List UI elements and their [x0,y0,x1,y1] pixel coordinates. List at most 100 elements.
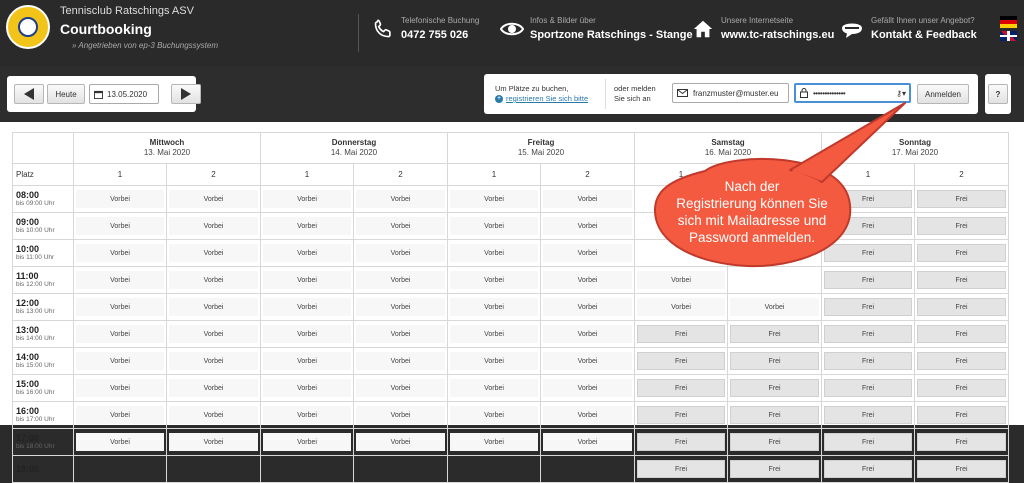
slot-status: Vorbei [263,190,351,208]
app-title[interactable]: Courtbooking [60,21,152,37]
feedback-section[interactable]: Gefällt Ihnen unser Angebot? Kontakt & F… [838,0,998,66]
slot-status: Vorbei [356,244,445,262]
booking-slot[interactable]: Frei [914,320,1009,348]
password-manager-key-icon[interactable]: ⚷▾ [896,89,906,98]
slot-status: Vorbei [356,406,445,424]
booking-slot[interactable]: Frei [914,293,1009,321]
register-link[interactable]: + registrieren Sie sich bitte [495,94,588,103]
booking-slot[interactable]: Frei [821,293,915,321]
booking-slot[interactable]: Frei [727,455,822,483]
booking-slot[interactable]: Frei [634,347,728,375]
website-link: www.tc-ratschings.eu [721,29,835,41]
slot-status: Vorbei [76,271,164,289]
today-button[interactable]: Heute [47,84,85,104]
booking-slot[interactable]: Frei [727,320,822,348]
slot-status: Vorbei [450,352,538,370]
phone-icon [374,19,391,38]
mail-icon [677,89,688,97]
booking-slot[interactable]: Frei [914,185,1009,213]
club-name: Tennisclub Ratschings ASV [60,5,194,17]
club-logo-icon[interactable] [6,5,50,49]
website-caption: Unsere Internetseite [721,16,794,25]
booking-slot: Vorbei [73,185,167,213]
table-row: 18:00 Frei Frei Frei Frei [12,455,1009,483]
table-row: 08:00 bis 09:00 Uhr Vorbei Vorbei Vorbei Vorb… [12,185,1009,213]
booking-slot: Vorbei [73,266,167,294]
slot-status: Vorbei [76,217,164,235]
callout-text: Nach der Registrierung können Sie sich m… [662,178,842,246]
booking-slot[interactable]: Frei [634,428,728,456]
time-until: bis 11:00 Uhr [16,254,55,261]
booking-slot [73,455,167,483]
booking-slot[interactable]: Frei [821,455,915,483]
booking-slot[interactable]: Frei [727,374,822,402]
booking-slot[interactable]: Frei [727,347,822,375]
page-header: Tennisclub Ratschings ASV Courtbooking »… [0,0,1024,66]
info-section[interactable]: Infos & Bilder über Sportzone Ratschings… [500,0,693,66]
password-field[interactable]: •••••••••••••• ⚷▾ [794,83,911,103]
time-cell: 14:00 bis 15:00 Uhr [12,347,74,375]
previous-day-button[interactable] [14,84,44,104]
booking-slot[interactable]: Frei [914,347,1009,375]
booking-slot[interactable]: Frei [914,266,1009,294]
slot-status: Vorbei [356,190,445,208]
booking-slot [353,455,448,483]
booking-slot[interactable]: Frei [634,401,728,429]
website-section[interactable]: Unsere Internetseite www.tc-ratschings.e… [692,0,835,66]
booking-slot[interactable]: Frei [914,374,1009,402]
booking-slot: Vorbei [260,428,354,456]
booking-slot[interactable]: Frei [727,428,822,456]
table-row: 12:00 bis 13:00 Uhr Vorbei Vorbei Vorbei Vorb… [12,293,1009,321]
slot-status: Vorbei [450,298,538,316]
time-start: 15:00 [16,379,40,389]
slot-status [543,460,632,478]
booking-slot [540,455,635,483]
slot-status: Vorbei [543,352,632,370]
booking-slot: Vorbei [166,212,261,240]
day-header: Donnerstag 14. Mai 2020 [260,132,448,164]
booking-slot[interactable]: Frei [914,239,1009,267]
slot-status: Frei [730,460,819,478]
booking-slot[interactable]: Frei [914,401,1009,429]
time-cell: 10:00 bis 11:00 Uhr [12,239,74,267]
powered-by-text[interactable]: » Angetrieben von ep-3 Buchungssystem [72,41,218,50]
booking-slot[interactable]: Frei [821,266,915,294]
date-navigation: Heute 13.05.2020 [7,76,201,112]
booking-slot[interactable]: Frei [914,428,1009,456]
slot-status: Frei [917,271,1006,289]
booking-slot: Vorbei [353,266,448,294]
email-field[interactable]: franzmuster@muster.eu [672,83,789,103]
booking-slot[interactable]: Frei [821,320,915,348]
slot-status: Vorbei [263,406,351,424]
time-until: bis 16:00 Uhr [16,389,55,396]
date-picker-field[interactable]: 13.05.2020 [89,84,159,104]
booking-slot[interactable]: Frei [821,347,915,375]
phone-booking-section[interactable]: Telefonische Buchung 0472 755 026 [370,0,490,66]
slot-status: Vorbei [637,271,725,289]
booking-slot[interactable]: Frei [821,401,915,429]
slot-status: Vorbei [543,190,632,208]
next-day-button[interactable] [171,84,201,104]
booking-slot[interactable]: Frei [914,455,1009,483]
login-button[interactable]: Anmelden [917,84,969,104]
booking-slot[interactable]: Frei [914,212,1009,240]
booking-slot: Vorbei [447,401,541,429]
slot-status: Vorbei [76,325,164,343]
flag-de-icon[interactable] [1000,16,1017,28]
lock-icon [800,88,808,98]
time-cell: 08:00 bis 09:00 Uhr [12,185,74,213]
slot-status: Vorbei [169,217,258,235]
booking-slot[interactable]: Frei [634,374,728,402]
booking-slot[interactable]: Frei [634,320,728,348]
day-date: 14. Mai 2020 [330,148,378,157]
flag-en-icon[interactable] [1000,31,1017,41]
booking-slot[interactable]: Frei [634,455,728,483]
booking-slot[interactable]: Frei [727,401,822,429]
help-button[interactable]: ? [988,84,1008,104]
booking-slot[interactable]: Frei [821,428,915,456]
plus-circle-icon: + [495,94,503,103]
booking-slot[interactable]: Frei [821,374,915,402]
time-cell: 15:00 bis 16:00 Uhr [12,374,74,402]
login-hint-1: oder melden [614,84,656,93]
booking-slot: Vorbei [73,347,167,375]
